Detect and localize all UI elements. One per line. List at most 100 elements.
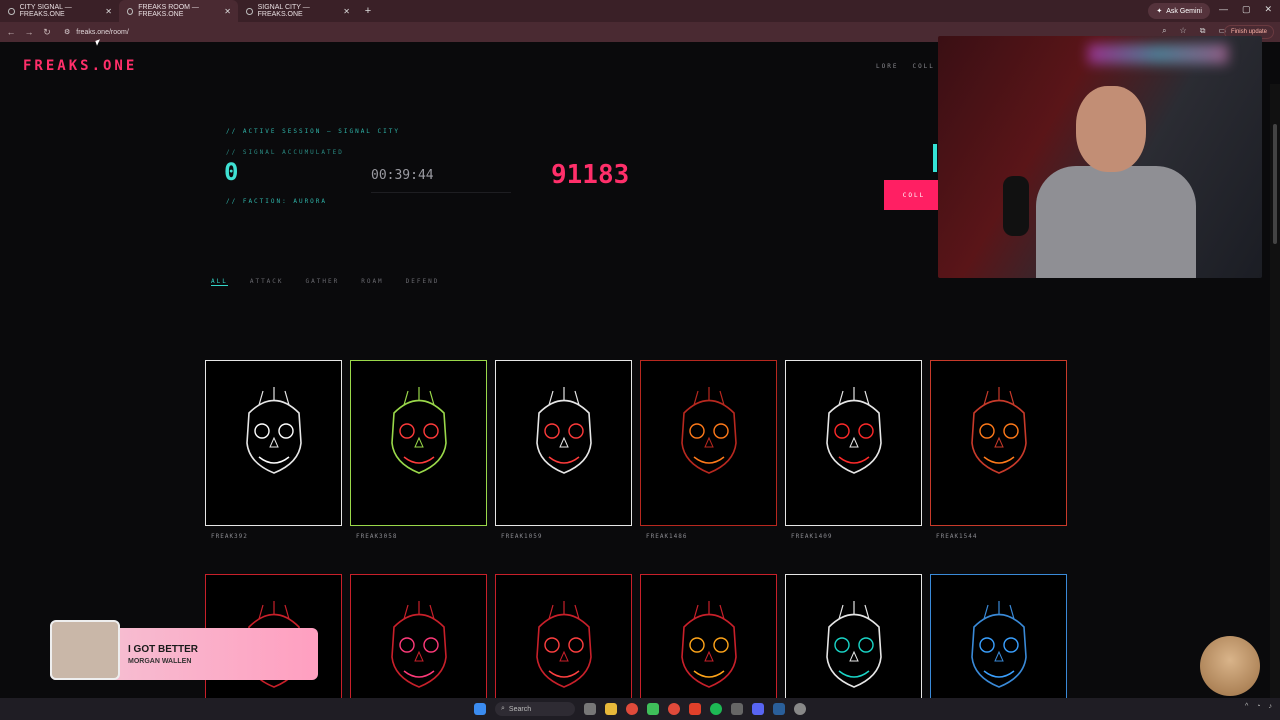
close-icon[interactable]: ✕ xyxy=(343,7,350,16)
tab-label: FREAKS ROOM — FREAKS.ONE xyxy=(138,4,199,18)
teddy-bear-overlay xyxy=(1200,636,1260,696)
maximize-icon[interactable]: ▢ xyxy=(1242,4,1251,15)
toolbar-icons: ⌕ ☆ ⧉ ▭ xyxy=(1162,26,1226,36)
tab-label: CITY SIGNAL — FREAKS.ONE xyxy=(19,4,72,18)
network-icon[interactable]: ◔ xyxy=(1256,703,1260,710)
browser-tab-bar: CITY SIGNAL — FREAKS.ONE ✕ FREAKS ROOM —… xyxy=(0,0,1280,22)
spotify-icon[interactable] xyxy=(710,703,722,715)
site-info-icon[interactable]: ⚙ xyxy=(64,28,70,36)
freak-card[interactable] xyxy=(930,574,1067,698)
taskbar-search[interactable]: ⌕ Search xyxy=(495,702,575,716)
zoom-icon[interactable]: ⌕ xyxy=(1162,26,1166,36)
extensions-icon[interactable]: ⧉ xyxy=(1200,26,1206,36)
reload-icon[interactable]: ↻ xyxy=(40,27,54,38)
filter-tabs: ALL ATTACK GATHER ROAM DEFEND xyxy=(211,278,439,286)
freak-card[interactable]: FREAK3058 xyxy=(350,360,487,540)
filter-roam[interactable]: ROAM xyxy=(361,278,383,286)
scrollbar-thumb[interactable] xyxy=(1273,124,1277,244)
freak-card-name: FREAK1409 xyxy=(791,533,833,540)
app-icon[interactable] xyxy=(689,703,701,715)
freak-face-art xyxy=(536,601,592,688)
taskbar-search-label: Search xyxy=(508,705,532,713)
nav-coll[interactable]: COLL xyxy=(912,63,934,70)
song-artist: MORGAN WALLEN xyxy=(128,657,192,665)
close-icon[interactable]: ✕ xyxy=(105,7,112,16)
filter-defend[interactable]: DEFEND xyxy=(406,278,440,286)
freak-card[interactable] xyxy=(495,574,632,698)
freak-card-name: FREAK1544 xyxy=(936,533,978,540)
song-title: I GOT BETTER xyxy=(128,643,198,655)
now-playing-toast: I GOT BETTER MORGAN WALLEN xyxy=(50,620,318,680)
webcam-overlay xyxy=(938,36,1262,278)
freak-face-art xyxy=(391,387,447,474)
forward-icon[interactable]: → xyxy=(22,27,36,37)
freak-face-art xyxy=(826,387,882,474)
freak-card[interactable] xyxy=(350,574,487,698)
globe-icon xyxy=(8,7,15,15)
nav-lore[interactable]: LORE xyxy=(876,63,898,70)
room-value: 91183 xyxy=(551,160,630,190)
divider xyxy=(371,192,511,193)
session-countdown: 00:39:44 xyxy=(371,168,434,183)
globe-icon xyxy=(246,7,253,15)
steam-icon[interactable] xyxy=(773,703,785,715)
globe-icon xyxy=(127,7,134,15)
freak-card[interactable]: FREAK1544 xyxy=(930,360,1067,540)
close-icon[interactable]: ✕ xyxy=(224,7,231,16)
url-text: freaks.one/room/ xyxy=(76,28,129,36)
app-icon[interactable] xyxy=(731,703,743,715)
sparkle-icon: ✦ xyxy=(1156,8,1163,15)
url-field[interactable]: ⚙ freaks.one/room/ xyxy=(64,28,129,37)
scrollbar[interactable] xyxy=(1270,84,1280,698)
windows-start-icon[interactable] xyxy=(474,703,486,715)
filter-all[interactable]: ALL xyxy=(211,278,228,286)
close-window-icon[interactable]: ✕ xyxy=(1264,4,1272,15)
freak-card[interactable]: FREAK392 xyxy=(205,360,342,540)
freak-face-art xyxy=(681,387,737,474)
signal-value: 0 xyxy=(224,158,239,186)
filter-attack[interactable]: ATTACK xyxy=(250,278,284,286)
chrome-icon[interactable] xyxy=(626,703,638,715)
collect-label: COLL xyxy=(902,191,926,199)
freak-face-art xyxy=(536,387,592,474)
new-tab-button[interactable]: + xyxy=(357,5,379,17)
discord-icon[interactable] xyxy=(752,703,764,715)
now-playing-text: I GOT BETTER MORGAN WALLEN xyxy=(128,644,198,665)
back-icon[interactable]: ← xyxy=(4,27,18,37)
tab-city-signal[interactable]: CITY SIGNAL — FREAKS.ONE ✕ xyxy=(0,0,119,22)
task-view-icon[interactable] xyxy=(584,703,596,715)
app-icon[interactable] xyxy=(794,703,806,715)
app-icon[interactable] xyxy=(647,703,659,715)
filter-gather[interactable]: GATHER xyxy=(306,278,340,286)
signal-accumulated-label: // SIGNAL ACCUMULATED xyxy=(226,149,344,156)
window-controls: — ▢ ✕ xyxy=(1219,4,1272,15)
freak-card[interactable] xyxy=(640,574,777,698)
volume-icon[interactable]: ♪ xyxy=(1269,703,1273,710)
freak-card[interactable]: FREAK1409 xyxy=(785,360,922,540)
faction-label: // FACTION: AURORA xyxy=(226,198,328,205)
chevron-up-icon[interactable]: ^ xyxy=(1245,703,1248,710)
microphone xyxy=(1003,176,1029,236)
active-session-label: // ACTIVE SESSION — SIGNAL CITY xyxy=(226,128,400,135)
site-logo[interactable]: FREAKS.ONE xyxy=(23,58,137,74)
freak-card-name: FREAK1059 xyxy=(501,533,543,540)
freak-card-name: FREAK3058 xyxy=(356,533,398,540)
freak-card[interactable]: FREAK1059 xyxy=(495,360,632,540)
freak-collection-grid: FREAK392 FREAK3058 FREAK1059 FREAK1486 FREAK… xyxy=(205,360,1067,698)
ask-gemini-button[interactable]: ✦ Ask Gemini xyxy=(1148,3,1210,19)
accent-bar xyxy=(933,144,937,172)
file-explorer-icon[interactable] xyxy=(605,703,617,715)
site-nav: LORE COLL xyxy=(876,63,935,70)
bookmark-star-icon[interactable]: ☆ xyxy=(1180,26,1187,36)
tab-signal-city[interactable]: SIGNAL CITY — FREAKS.ONE ✕ xyxy=(238,0,357,22)
freak-card[interactable] xyxy=(785,574,922,698)
tab-freaks-room[interactable]: FREAKS ROOM — FREAKS.ONE ✕ xyxy=(119,0,238,22)
collect-button[interactable]: COLL xyxy=(884,180,944,210)
tab-label: SIGNAL CITY — FREAKS.ONE xyxy=(257,4,310,18)
chrome-icon[interactable] xyxy=(668,703,680,715)
taskbar: ⌕ Search ^ ◔ ♪ xyxy=(0,698,1280,720)
minimize-icon[interactable]: — xyxy=(1219,4,1228,15)
freak-card[interactable]: FREAK1486 xyxy=(640,360,777,540)
freak-face-art xyxy=(681,601,737,688)
streamer-body xyxy=(1036,166,1196,278)
